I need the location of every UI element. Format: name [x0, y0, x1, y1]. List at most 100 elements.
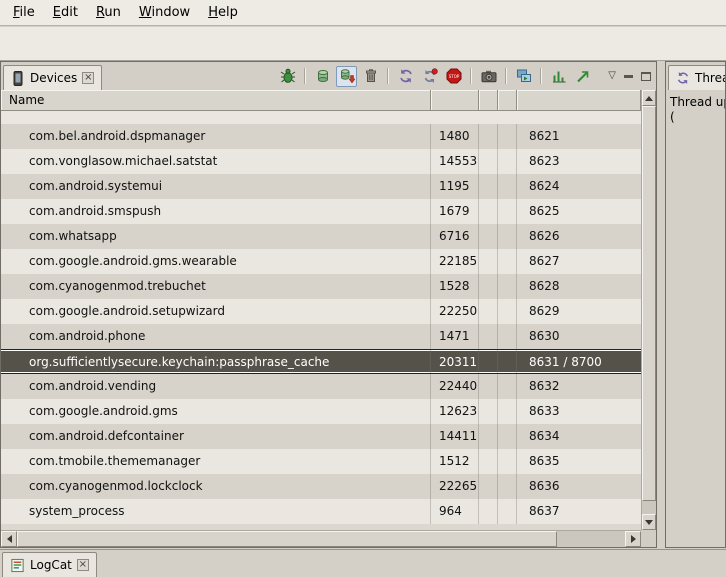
vertical-scrollbar[interactable]: [641, 90, 656, 530]
column-header-pid[interactable]: [431, 90, 479, 111]
process-port: 8636: [517, 474, 641, 499]
table-row[interactable]: com.android.phone 1471 8630: [1, 324, 641, 349]
process-pid: 6716: [431, 224, 479, 249]
process-port: 8633: [517, 399, 641, 424]
table-row[interactable]: system_process 964 8637: [1, 499, 641, 524]
table-row[interactable]: com.google.android.setupwizard 22250 862…: [1, 299, 641, 324]
process-port: 8628: [517, 274, 641, 299]
stop-process-icon[interactable]: STOP: [443, 66, 464, 87]
thread-indicator-cell: [498, 399, 517, 424]
scroll-left-button[interactable]: [1, 531, 17, 547]
scroll-up-button[interactable]: [642, 90, 656, 106]
table-row[interactable]: com.tmobile.thememanager 1512 8635: [1, 449, 641, 474]
devices-tabbar: Devices ×: [1, 62, 656, 90]
menu-help[interactable]: Help: [199, 2, 247, 23]
toolbar-separator: [387, 68, 389, 84]
thread-indicator-cell: [498, 174, 517, 199]
minimize-icon[interactable]: [624, 75, 633, 78]
process-pid: 14411: [431, 424, 479, 449]
process-pid: 1471: [431, 324, 479, 349]
view-menu-icon[interactable]: ▽: [608, 71, 616, 81]
process-pid: 22250: [431, 299, 479, 324]
thread-indicator-cell: [498, 249, 517, 274]
debug-icon[interactable]: [277, 66, 298, 87]
column-header-heap[interactable]: [479, 90, 498, 111]
menu-window[interactable]: Window: [130, 2, 199, 23]
process-pid: 1512: [431, 449, 479, 474]
table-row[interactable]: com.cyanogenmod.lockclock 22265 8636: [1, 474, 641, 499]
process-pid: 22440: [431, 374, 479, 399]
thread-indicator-cell: [498, 350, 517, 373]
dump-hprof-icon[interactable]: [336, 66, 357, 87]
heap-indicator-cell: [479, 399, 498, 424]
threads-icon: [676, 71, 690, 85]
thread-indicator-cell: [498, 299, 517, 324]
menu-edit[interactable]: Edit: [44, 2, 87, 23]
update-threads-icon[interactable]: [395, 66, 416, 87]
view-window-controls: ▽: [608, 71, 651, 81]
close-icon[interactable]: ×: [77, 559, 89, 571]
arrow-right-icon: [631, 535, 636, 543]
table-row[interactable]: com.android.smspush 1679 8625: [1, 199, 641, 224]
main-toolbar: [0, 27, 726, 61]
logcat-strip: LogCat ×: [0, 549, 726, 577]
devices-view: Devices ×: [0, 61, 657, 548]
table-row[interactable]: com.google.android.gms.wearable 22185 86…: [1, 249, 641, 274]
close-icon[interactable]: ×: [82, 72, 94, 84]
column-header-port[interactable]: [517, 90, 641, 111]
tab-devices[interactable]: Devices ×: [3, 65, 102, 90]
horizontal-scrollbar-thumb[interactable]: [17, 531, 557, 547]
heap-indicator-cell: [479, 424, 498, 449]
cause-gc-icon[interactable]: [360, 66, 381, 87]
screen-capture-icon[interactable]: [478, 66, 499, 87]
process-port: 8634: [517, 424, 641, 449]
process-name: com.whatsapp: [1, 224, 431, 249]
table-row[interactable]: org.sufficientlysecure.keychain:passphra…: [1, 349, 641, 374]
heap-indicator-cell: [479, 474, 498, 499]
table-row[interactable]: com.android.systemui 1195 8624: [1, 174, 641, 199]
screen-record-icon[interactable]: [513, 66, 534, 87]
maximize-icon[interactable]: [641, 72, 651, 81]
process-pid: 22265: [431, 474, 479, 499]
table-row[interactable]: com.vonglasow.michael.satstat 14553 8623: [1, 149, 641, 174]
process-pid: 20311: [431, 350, 479, 373]
svg-text:STOP: STOP: [449, 74, 460, 79]
device-table-body: com.bel.android.dspmanager 1480 8621 com…: [1, 111, 641, 530]
heap-indicator-cell: [479, 499, 498, 524]
tab-logcat-label: LogCat: [30, 558, 72, 572]
table-row[interactable]: com.android.vending 22440 8632: [1, 374, 641, 399]
process-port: 8625: [517, 199, 641, 224]
process-port: 8635: [517, 449, 641, 474]
thread-indicator-cell: [498, 124, 517, 149]
update-heap-icon[interactable]: [312, 66, 333, 87]
start-method-profiling-icon[interactable]: [419, 66, 440, 87]
table-header: Name: [1, 90, 641, 111]
vertical-scrollbar-thumb[interactable]: [642, 106, 656, 501]
table-row[interactable]: com.whatsapp 6716 8626: [1, 224, 641, 249]
table-row[interactable]: com.google.android.gms 12623 8633: [1, 399, 641, 424]
thread-indicator-cell: [498, 374, 517, 399]
tab-logcat[interactable]: LogCat ×: [2, 552, 97, 577]
process-pid: 12623: [431, 399, 479, 424]
sysinfo-chart-icon[interactable]: [548, 66, 569, 87]
menu-run[interactable]: Run: [87, 2, 130, 23]
heap-indicator-cell: [479, 299, 498, 324]
tab-threads[interactable]: Threa: [668, 65, 726, 90]
trace-arrow-icon[interactable]: [572, 66, 593, 87]
table-row[interactable]: com.android.defcontainer 14411 8634: [1, 424, 641, 449]
process-port: 8621: [517, 124, 641, 149]
partial-row: [1, 111, 641, 124]
scroll-right-button[interactable]: [625, 531, 641, 547]
process-name: com.android.systemui: [1, 174, 431, 199]
horizontal-scrollbar[interactable]: [1, 530, 641, 547]
process-port: 8632: [517, 374, 641, 399]
column-header-name[interactable]: Name: [1, 90, 431, 111]
scroll-down-button[interactable]: [642, 514, 656, 530]
menu-file[interactable]: File: [4, 2, 44, 23]
column-header-threads[interactable]: [498, 90, 517, 111]
process-name: com.cyanogenmod.trebuchet: [1, 274, 431, 299]
table-row[interactable]: com.cyanogenmod.trebuchet 1528 8628: [1, 274, 641, 299]
table-row[interactable]: com.bel.android.dspmanager 1480 8621: [1, 124, 641, 149]
tab-devices-label: Devices: [30, 71, 77, 85]
logcat-icon: [10, 558, 25, 573]
